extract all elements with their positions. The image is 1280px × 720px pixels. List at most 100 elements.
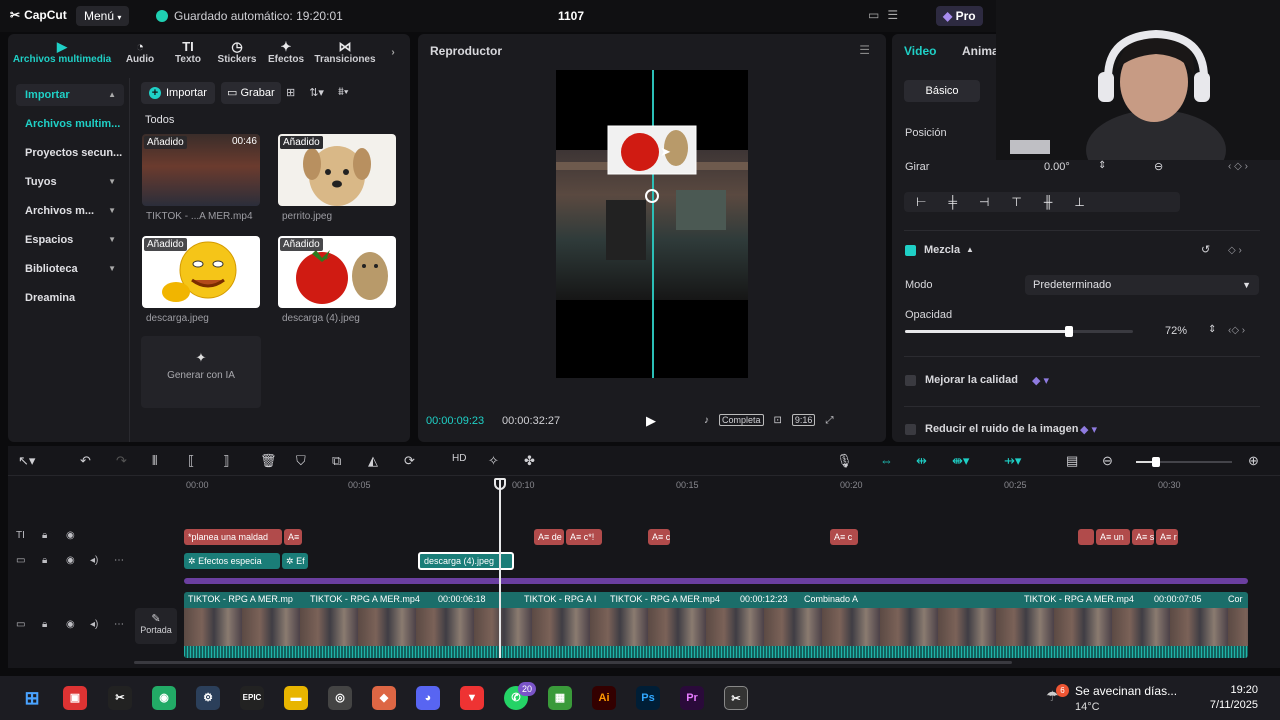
text-clip[interactable]: A≡ c*! [566,529,602,545]
rotate-icon[interactable]: ⟳ [404,453,415,469]
grid-view-icon[interactable]: ⊞ [286,86,295,99]
lock-icon[interactable]: 🔒︎ [42,555,47,566]
subtitle-icon[interactable]: ▤ [1066,453,1078,469]
tab-text[interactable]: TI Texto [164,34,212,70]
more-icon[interactable]: ⋯ [114,555,124,566]
ratio-button[interactable]: 9:16 [791,414,816,426]
align-right-icon[interactable]: ⊣ [979,195,989,209]
audio-clip[interactable] [184,578,1248,584]
media-item-video[interactable]: Añadido 00:46 [142,134,260,206]
blend-checkbox[interactable] [905,245,916,256]
illustrator-icon[interactable]: Ai [592,686,616,710]
chevron-up-icon[interactable]: ▲ [966,245,974,254]
opacity-value[interactable]: 72% [1165,325,1187,337]
delete-icon[interactable]: 🗑 [260,453,277,469]
brave-icon[interactable]: ▼ [460,686,484,710]
app-icon[interactable]: ◉ [152,686,176,710]
eye-icon[interactable]: ◉ [66,530,75,541]
file-explorer-icon[interactable]: ▬ [284,686,308,710]
zoom-slider-handle[interactable] [1152,457,1160,467]
layout-icon[interactable]: ▭ [868,8,879,22]
lock-icon[interactable]: 🔒︎ [42,530,47,541]
align-center-h-icon[interactable]: ╪ [948,195,957,209]
keyframe-icon[interactable]: ‹ ◇ › [1228,161,1248,172]
minecraft-icon[interactable]: ▦ [548,686,572,710]
preview-canvas[interactable]: ➤ [556,70,748,378]
microphone-icon[interactable]: 🎙 [836,453,853,469]
menu-button[interactable]: Menú ▾ [76,6,130,26]
effect-clip[interactable]: ✲ Efectos especia [184,553,280,569]
snipping-tool-icon[interactable]: ▣ [63,686,87,710]
tab-media[interactable]: ▶ Archivos multimedia [8,34,116,70]
eye-icon[interactable]: ◉ [66,555,75,566]
lock-icon[interactable]: 🔒︎ [42,619,47,630]
zoom-slider[interactable] [1136,457,1232,467]
premiere-icon[interactable]: Pr [680,686,704,710]
undo-icon[interactable]: ↶ [80,453,91,469]
text-clip[interactable]: A≡ r [1156,529,1178,545]
import-button[interactable]: + Importar [141,82,215,104]
zoom-out-icon[interactable]: ⊖ [1102,453,1113,469]
denoise-checkbox[interactable] [905,424,916,435]
menu-icon[interactable]: ☰ [859,43,870,57]
select-tool-icon[interactable]: ↖▾ [18,453,35,469]
magic-icon[interactable]: ✧ [488,453,499,469]
reset-icon[interactable]: ↺ [1201,243,1210,256]
align-left-icon[interactable]: ⊢ [916,195,926,209]
opacity-slider-handle[interactable] [1065,326,1074,337]
enhance-checkbox[interactable] [905,375,916,386]
play-button[interactable]: ▶ [646,413,658,428]
audio-icon[interactable]: ◂) [90,555,98,566]
preview-axis-icon[interactable]: ⇸▾ [1004,453,1021,469]
epic-games-icon[interactable]: EPIC [240,686,264,710]
hd-icon[interactable]: HD [452,453,466,464]
capcut-active-icon[interactable]: ✂ [724,686,748,710]
mirror-icon[interactable]: ◭ [368,453,378,469]
tab-effects[interactable]: ✦ Efectos [262,34,310,70]
text-clip[interactable]: A≡ s [1132,529,1154,545]
text-clip[interactable]: A≡ c [830,529,858,545]
photoshop-icon[interactable]: Ps [636,686,660,710]
sidebar-item-library[interactable]: Biblioteca ▼ [16,258,124,280]
playhead-handle[interactable] [494,478,506,490]
sidebar-item-dreamina[interactable]: Dreamina [16,287,124,309]
steam-icon[interactable]: ⚙ [196,686,220,710]
discord-icon[interactable]: ◕ [416,686,440,710]
snapshot-icon[interactable]: ⊡ [774,415,782,426]
sidebar-item-spaces[interactable]: Espacios ▼ [16,229,124,251]
media-item-dog[interactable]: Añadido Añadido [278,134,396,206]
sidebar-item-import[interactable]: Importar ▲ [16,84,124,106]
opacity-slider[interactable] [905,326,1133,337]
sidebar-item-subprojects[interactable]: Proyectos secun... [16,142,124,164]
snap-icon[interactable]: ⇹ [916,453,927,469]
split-icon[interactable]: ⫴ [152,453,157,469]
more-icon[interactable]: ⋯ [114,619,124,630]
tab-audio[interactable]: ◔ Audio [116,34,164,70]
playhead-line[interactable] [499,478,501,658]
person-icon[interactable]: ✤ [524,453,535,469]
link-icon[interactable]: ⇔ [880,453,893,468]
pro-button[interactable]: ◆ Pro [936,6,983,26]
tab-video[interactable]: Video [904,44,936,58]
text-clip[interactable]: *planea una maldad [184,529,282,545]
media-item-tomato[interactable]: Añadido [278,236,396,308]
split-left-icon[interactable]: ⟦ [188,453,194,469]
tab-stickers[interactable]: ◷ Stickers [212,34,262,70]
filter-icon[interactable]: ⩩▾ [338,86,349,99]
tabs-next-button[interactable]: › [380,34,406,70]
redo-icon[interactable]: ↷ [116,453,127,469]
app-icon[interactable]: ◆ [372,686,396,710]
capcut-taskbar-icon[interactable]: ✂ [108,686,132,710]
stepper-icon[interactable]: ⇕ [1098,160,1106,171]
basic-tab[interactable]: Básico [904,80,980,102]
timeline-scrollbar[interactable] [134,661,1012,664]
zoom-in-icon[interactable]: ⊕ [1248,453,1259,469]
weather-widget[interactable]: Se avecinan días... 14°C [1075,684,1177,713]
align-center-v-icon[interactable]: ╫ [1044,195,1053,209]
text-clip[interactable]: A≡ de [534,529,564,545]
tab-transitions[interactable]: ⋈ Transiciones [310,34,380,70]
rotate-value[interactable]: 0.00° [1044,161,1070,173]
media-item-emoji[interactable]: Añadido [142,236,260,308]
mode-select[interactable]: Predeterminado ▼ [1025,275,1259,295]
tiktok-icon[interactable]: ♪ [704,415,709,426]
